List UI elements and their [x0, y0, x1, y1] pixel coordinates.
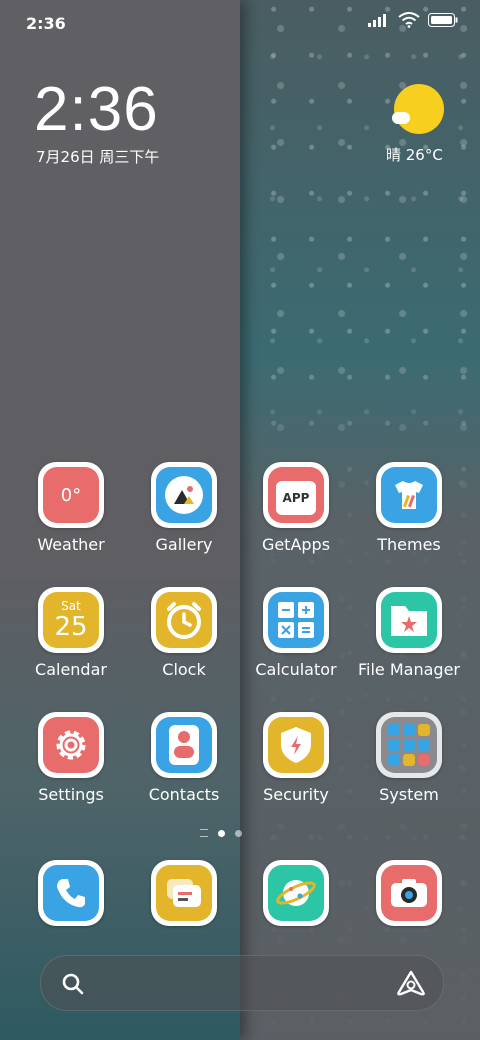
app-label: Calendar [35, 660, 107, 679]
page-list-icon [200, 829, 208, 837]
app-security[interactable]: Security [241, 712, 351, 804]
app-getapps[interactable]: APP GetApps [241, 462, 351, 554]
gear-icon [43, 717, 99, 773]
app-gallery[interactable]: Gallery [129, 462, 239, 554]
app-themes[interactable]: Themes [354, 462, 464, 554]
app-label: Settings [38, 785, 104, 804]
weather-widget[interactable]: 晴 26°C [386, 82, 456, 172]
app-contacts[interactable]: Contacts [129, 712, 239, 804]
app-file-manager[interactable]: File Manager [354, 587, 464, 679]
app-label: Weather [37, 535, 105, 554]
app-calendar[interactable]: Sat 25 Calendar [16, 587, 126, 679]
messages-icon [156, 865, 212, 921]
clock-icon [156, 592, 212, 648]
dock-messages[interactable] [129, 860, 239, 926]
app-folder-system[interactable]: System [354, 712, 464, 804]
weather-widget-text: 晴 26°C [386, 146, 443, 164]
signal-icon [368, 14, 386, 27]
weather-icon: 0° [43, 467, 99, 523]
calculator-icon [268, 592, 324, 648]
app-settings[interactable]: Settings [16, 712, 126, 804]
clock-widget-time[interactable]: 2:36 [34, 74, 159, 145]
app-clock[interactable]: Clock [129, 587, 239, 679]
cloud-icon [392, 112, 410, 124]
folder-icon [381, 592, 437, 648]
app-label: Gallery [155, 535, 213, 554]
clock-widget-date: 7月26日 周三下午 [36, 148, 160, 166]
app-label: File Manager [358, 660, 460, 679]
dock-camera[interactable] [354, 860, 464, 926]
browser-icon [268, 865, 324, 921]
phone-icon [43, 865, 99, 921]
shield-icon [268, 717, 324, 773]
dock-browser[interactable] [241, 860, 351, 926]
app-calculator[interactable]: Calculator [241, 587, 351, 679]
app-label: Clock [162, 660, 206, 679]
app-label: System [379, 785, 439, 804]
sun-icon [394, 84, 444, 134]
app-label: Themes [377, 535, 441, 554]
page-dot [235, 829, 242, 837]
app-label: Calculator [255, 660, 337, 679]
wallpaper-shade [240, 350, 480, 1040]
wifi-icon [398, 12, 420, 28]
folder-grid-icon [381, 717, 437, 773]
app-label: Security [263, 785, 329, 804]
app-label: GetApps [261, 535, 331, 554]
app-label: Contacts [148, 785, 220, 804]
page-indicator[interactable] [200, 829, 242, 837]
getapps-icon: APP [268, 467, 324, 523]
gallery-icon [156, 467, 212, 523]
camera-icon [381, 865, 437, 921]
search-bar[interactable] [40, 955, 444, 1011]
dock-phone[interactable] [16, 860, 126, 926]
themes-icon [381, 467, 437, 523]
calendar-icon: Sat 25 [43, 592, 99, 648]
search-icon[interactable] [61, 972, 85, 996]
app-weather[interactable]: 0° Weather [16, 462, 126, 554]
status-time: 2:36 [26, 14, 66, 33]
battery-icon [428, 13, 458, 27]
contacts-icon [156, 717, 212, 773]
page-dot-active [218, 829, 225, 837]
status-icons [368, 12, 458, 28]
assistant-icon[interactable] [397, 970, 425, 996]
